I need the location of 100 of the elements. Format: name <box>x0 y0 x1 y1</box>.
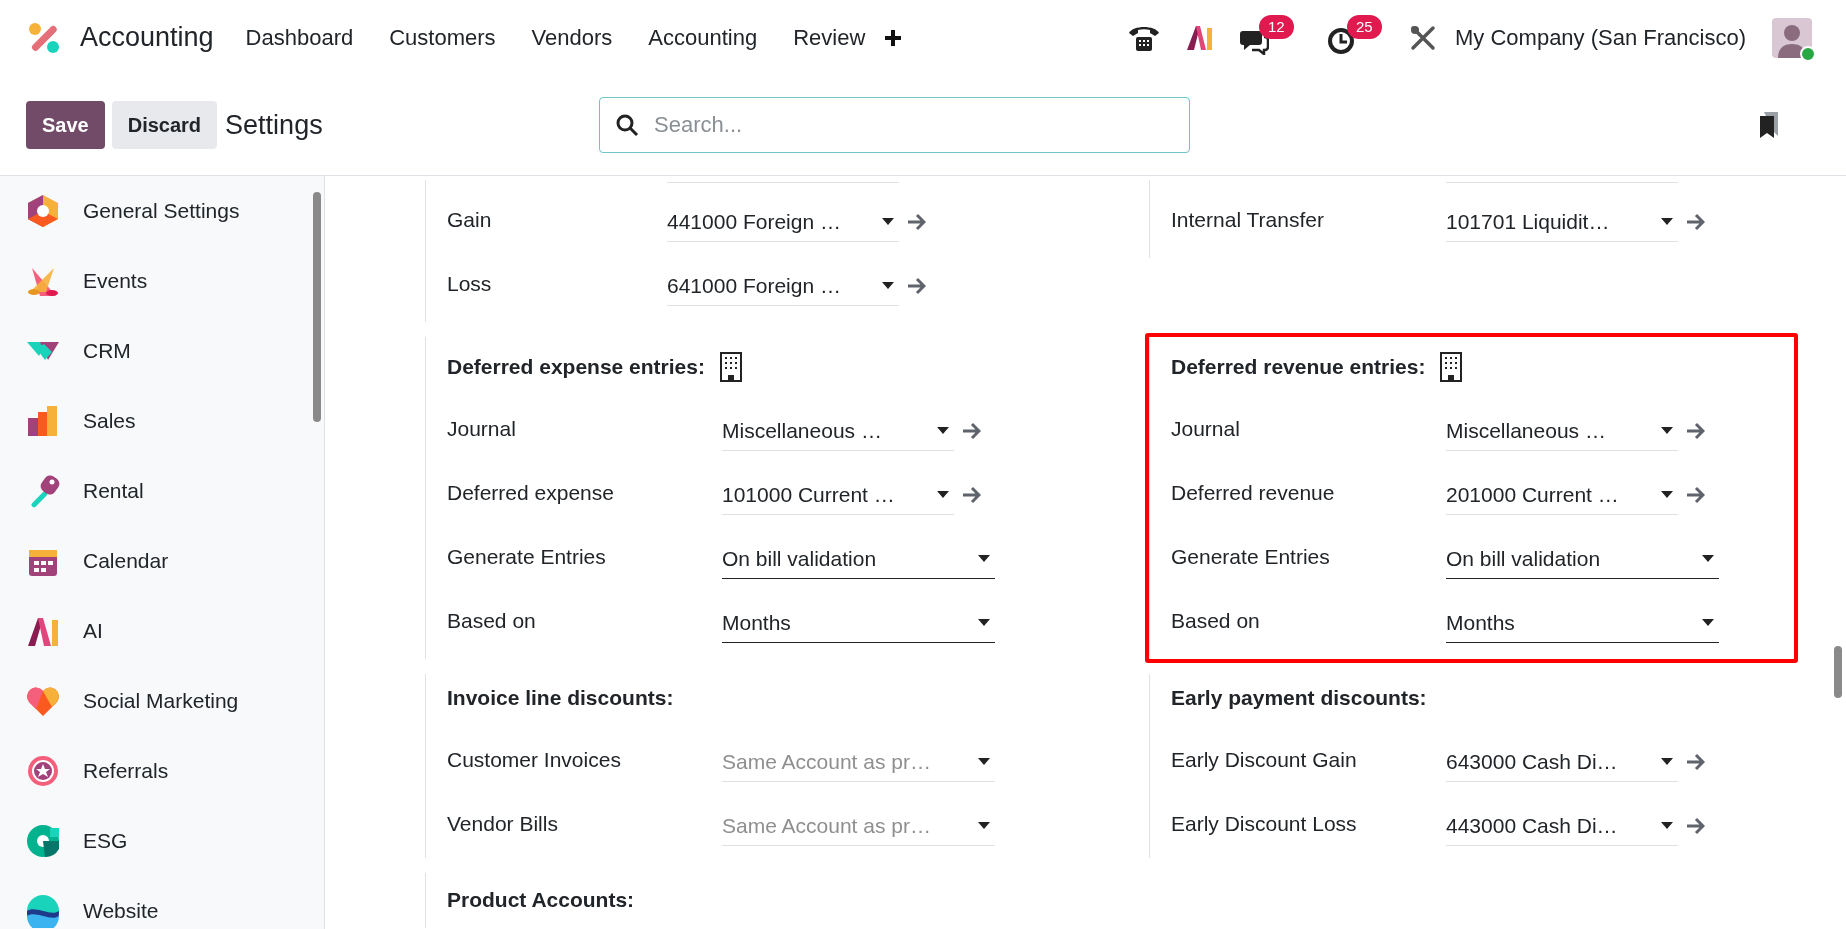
field-label: Generate Entries <box>1171 544 1331 571</box>
caret-icon <box>1660 490 1674 499</box>
dropdown-field[interactable]: 443000 Cash Di… <box>1446 806 1678 846</box>
arrow-icon <box>906 212 926 232</box>
caret-icon <box>977 821 991 830</box>
caret-icon <box>977 757 991 766</box>
plus-icon[interactable] <box>883 27 904 48</box>
internal-link-button[interactable] <box>960 420 982 442</box>
internal-link-button[interactable] <box>1684 815 1706 837</box>
sidebar-item[interactable]: Referrals <box>0 736 324 806</box>
search-field[interactable]: Search... <box>599 97 1191 153</box>
field-label: Deferred revenue <box>1171 480 1336 507</box>
dropdown-field[interactable]: On bill validation <box>722 539 995 579</box>
caret-icon <box>1660 821 1674 830</box>
internal-link-button[interactable] <box>1684 211 1706 233</box>
dropdown-field[interactable]: Miscellaneous … <box>722 411 954 451</box>
sidebar-item[interactable]: Sales <box>0 386 324 456</box>
field-label: Generate Entries <box>447 544 607 571</box>
menu-item[interactable]: Dashboard <box>227 12 372 63</box>
section-title: Early payment discounts: <box>1171 685 1427 712</box>
dropdown-field[interactable]: 101000 Current … <box>722 475 954 515</box>
internal-link-button[interactable] <box>905 211 927 233</box>
caret-icon <box>1660 217 1674 226</box>
user-avatar[interactable] <box>1772 17 1812 58</box>
field-label: Based on <box>1171 608 1261 635</box>
sidebar-item[interactable]: Rental <box>0 456 324 526</box>
arrow-icon <box>1685 421 1705 441</box>
internal-link-button[interactable] <box>905 275 927 297</box>
sidebar-item[interactable]: ESG <box>0 806 324 876</box>
dropdown-field[interactable]: 201000 Current … <box>1446 475 1678 515</box>
count-badge: 25 <box>1347 14 1382 39</box>
menu-item[interactable]: Review <box>775 12 884 63</box>
dropdown-field[interactable]: 441000 Foreign … <box>667 202 899 242</box>
breadcrumb: Settings <box>225 108 324 142</box>
dropdown-field[interactable]: 101701 Liquidit… <box>1446 202 1678 242</box>
internal-link-button[interactable] <box>960 484 982 506</box>
dropdown-field[interactable]: On bill validation <box>1446 539 1719 579</box>
ai-logo-icon[interactable] <box>1185 23 1215 52</box>
field-label: Early Discount Gain <box>1171 747 1358 774</box>
dropdown-field[interactable]: Months <box>1446 603 1719 643</box>
company-name[interactable]: My Company (San Francisco) <box>1455 21 1746 54</box>
field-label: Based on <box>447 608 537 635</box>
save-button[interactable]: Save <box>26 101 105 149</box>
field-label: Loss <box>447 271 493 298</box>
field-label: Early Discount Loss <box>1171 811 1358 838</box>
clock-icon[interactable] <box>1327 26 1355 55</box>
internal-link-button[interactable] <box>1684 751 1706 773</box>
arrow-icon <box>906 276 926 296</box>
dropdown-field[interactable]: 643000 Cash Di… <box>1446 742 1678 782</box>
caret-icon <box>881 217 895 226</box>
section-title: Deferred revenue entries: <box>1171 354 1426 381</box>
menu-item[interactable]: Vendors <box>513 12 631 63</box>
caret-icon <box>1701 618 1715 627</box>
section-title: Product Accounts: <box>447 887 635 914</box>
dropdown-field[interactable]: 641000 Foreign … <box>667 266 899 306</box>
field-label: Internal Transfer <box>1171 207 1325 234</box>
sidebar-item[interactable]: General Settings <box>0 176 324 246</box>
dropdown-field[interactable]: Miscellaneous … <box>1446 411 1678 451</box>
sidebar-item[interactable]: Events <box>0 246 324 316</box>
scrollbar[interactable] <box>313 192 321 422</box>
arrow-icon <box>1685 816 1705 836</box>
arrow-icon <box>1685 485 1705 505</box>
caret-icon <box>1660 426 1674 435</box>
sidebar-item[interactable]: Social Marketing <box>0 666 324 736</box>
sidebar-item[interactable]: AI <box>0 596 324 666</box>
sidebar-item[interactable]: Website <box>0 876 324 929</box>
internal-link-button[interactable] <box>1684 484 1706 506</box>
arrow-icon <box>1685 752 1705 772</box>
scrollbar[interactable] <box>1834 646 1842 698</box>
section-title: Invoice line discounts: <box>447 685 674 712</box>
internal-link-button[interactable] <box>1684 420 1706 442</box>
dropdown-field[interactable]: Months <box>722 603 995 643</box>
bar-chart-icon <box>26 404 60 438</box>
discard-button[interactable]: Discard <box>111 101 218 149</box>
menu-item[interactable]: Customers <box>371 12 514 63</box>
caret-icon <box>881 281 895 290</box>
caret-icon <box>1701 554 1715 563</box>
field-label: Gain <box>447 207 493 234</box>
section-title: Deferred expense entries: <box>447 354 705 381</box>
field-label: Journal <box>1171 416 1241 443</box>
menu-item[interactable]: Accounting <box>630 12 776 63</box>
field-label: Vendor Bills <box>447 811 559 838</box>
tools-icon[interactable] <box>1409 23 1437 52</box>
caret-icon <box>936 490 950 499</box>
app-name[interactable]: Accounting <box>80 17 214 58</box>
globe-waves-icon <box>26 894 60 928</box>
count-badge: 12 <box>1259 14 1294 39</box>
star-badge-icon <box>26 754 60 788</box>
hexagon-logo-icon <box>26 194 60 228</box>
arrow-icon <box>961 485 981 505</box>
sidebar-item[interactable]: Calendar <box>0 526 324 596</box>
caret-icon <box>1660 757 1674 766</box>
chat-icon[interactable] <box>1239 28 1269 55</box>
caret-icon <box>936 426 950 435</box>
field-label: Journal <box>447 416 517 443</box>
arrow-icon <box>1685 212 1705 232</box>
sidebar-item[interactable]: CRM <box>0 316 324 386</box>
caret-icon <box>977 554 991 563</box>
field-label: Deferred expense <box>447 480 615 507</box>
caret-icon <box>977 618 991 627</box>
